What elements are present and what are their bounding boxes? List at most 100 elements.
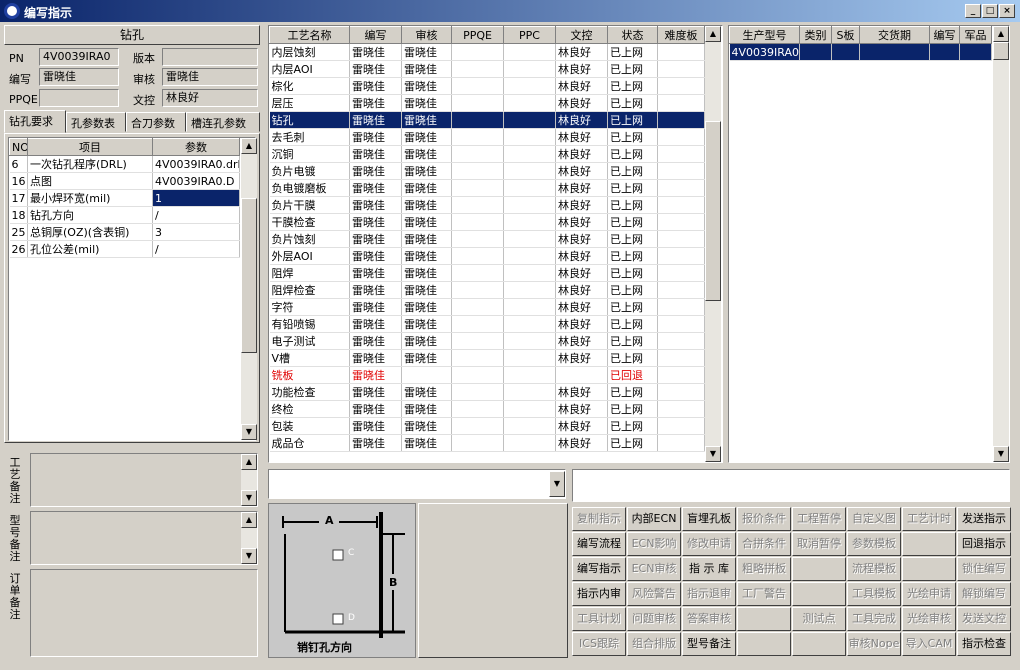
maximize-button[interactable]: □ [982,4,998,18]
doc-control-field[interactable]: 林良好 [162,89,258,107]
tab-drill-requirements[interactable]: 钻孔要求 [4,110,66,133]
order-row[interactable]: 4V0039IRA0 [729,43,992,61]
action-button[interactable]: 自定义图 [847,507,901,531]
dropdown-arrow-icon[interactable]: ▼ [549,471,565,497]
message-input[interactable] [572,469,1010,502]
action-button[interactable]: 指示退审 [682,582,736,606]
action-button[interactable]: 解锁编写 [957,582,1011,606]
process-col-header[interactable]: 编写 [349,26,402,44]
action-button[interactable]: 盲埋孔板 [682,507,736,531]
note-scrollbar[interactable]: ▲ ▼ [241,512,257,564]
action-button[interactable]: 测试点 [792,607,846,631]
drill-param-row[interactable]: 25 总铜厚(OZ)(含表铜) 3 [9,223,240,241]
action-button[interactable]: 内部ECN [627,507,681,531]
action-button[interactable]: 型号备注 [682,632,736,656]
action-button[interactable]: 工艺计时 [902,507,956,531]
scroll-down-icon[interactable]: ▼ [993,446,1009,462]
tab-tool-params[interactable]: 合刀参数 [126,112,186,132]
process-row[interactable]: 负片蚀刻 雷晓佳 雷晓佳 林良好 已上网 [269,230,705,248]
checkbox-d-label[interactable]: D [348,613,355,623]
close-button[interactable]: × [999,4,1015,18]
version-field[interactable] [162,48,258,66]
action-button[interactable]: 指示检查 [957,632,1011,656]
action-button[interactable]: 光绘申请 [902,582,956,606]
action-button[interactable]: 工具模板 [847,582,901,606]
process-col-header[interactable]: 状态 [607,26,658,44]
action-button[interactable]: 复制指示 [572,507,626,531]
drill-param-row[interactable]: 6 一次钻孔程序(DRL) 4V0039IRA0.drl [9,155,240,173]
action-button[interactable]: 发送文控 [957,607,1011,631]
process-col-header[interactable]: 文控 [555,26,608,44]
note-scrollbar[interactable]: ▲ ▼ [241,454,257,506]
scroll-thumb[interactable] [705,121,721,301]
process-row[interactable]: 阻焊检查 雷晓佳 雷晓佳 林良好 已上网 [269,281,705,299]
action-button[interactable]: 审核Nope [847,632,901,656]
action-button[interactable]: ECN审核 [627,557,681,581]
order-grid-scrollbar[interactable]: ▲ ▼ [993,26,1009,462]
action-button[interactable]: 工具完成 [847,607,901,631]
action-button[interactable]: 编写流程 [572,532,626,556]
action-button[interactable]: 光绘审核 [902,607,956,631]
process-grid-scrollbar[interactable]: ▲ ▼ [705,26,721,462]
drill-cell-param[interactable]: / [152,206,240,224]
filter-combo[interactable]: ▼ [268,469,566,499]
action-button[interactable]: 组合排版 [627,632,681,656]
scroll-thumb[interactable] [993,42,1009,60]
author-field[interactable]: 雷晓佳 [39,68,119,86]
process-row[interactable]: V槽 雷晓佳 雷晓佳 林良好 已上网 [269,349,705,367]
process-col-header[interactable]: PPC [503,26,556,44]
action-button[interactable]: 工具计划 [572,607,626,631]
process-row[interactable]: 内层蚀刻 雷晓佳 雷晓佳 林良好 已上网 [269,43,705,61]
drill-cell-param[interactable]: 3 [152,223,240,241]
process-row[interactable]: 铣板 雷晓佳 已回退 [269,366,705,384]
note-textarea[interactable]: ▲ ▼ [30,511,258,565]
action-button[interactable]: ICS跟踪 [572,632,626,656]
order-col-header[interactable]: 类别 [799,26,832,44]
col-item[interactable]: 项目 [27,138,153,156]
ppqe-field[interactable] [39,89,119,107]
scroll-down-icon[interactable]: ▼ [241,490,257,506]
action-button[interactable]: 修改申请 [682,532,736,556]
action-button[interactable]: 编写指示 [572,557,626,581]
drill-cell-param[interactable]: 1 [152,189,240,207]
tab-hole-params[interactable]: 孔参数表 [66,112,126,132]
process-row[interactable]: 负电镀磨板 雷晓佳 雷晓佳 林良好 已上网 [269,179,705,197]
order-col-header[interactable]: 交货期 [859,26,930,44]
process-row[interactable]: 去毛刺 雷晓佳 雷晓佳 林良好 已上网 [269,128,705,146]
process-row[interactable]: 负片电镀 雷晓佳 雷晓佳 林良好 已上网 [269,162,705,180]
action-button[interactable]: 发送指示 [957,507,1011,531]
action-button[interactable]: 报价条件 [737,507,791,531]
scroll-up-icon[interactable]: ▲ [241,454,257,470]
action-button[interactable]: 参数模板 [847,532,901,556]
process-row[interactable]: 有铅喷锡 雷晓佳 雷晓佳 林良好 已上网 [269,315,705,333]
action-button[interactable]: 问题审核 [627,607,681,631]
drill-grid-scrollbar[interactable]: ▲ ▼ [241,138,257,440]
scroll-up-icon[interactable]: ▲ [241,512,257,528]
drill-cell-param[interactable]: 4V0039IRA0.D [152,172,240,190]
drill-cell-param[interactable]: 4V0039IRA0.drl [152,155,240,173]
action-button[interactable]: 回退指示 [957,532,1011,556]
scroll-down-icon[interactable]: ▼ [705,446,721,462]
process-row[interactable]: 包装 雷晓佳 雷晓佳 林良好 已上网 [269,417,705,435]
col-param[interactable]: 参数 [152,138,240,156]
action-button[interactable]: 工厂警告 [737,582,791,606]
drill-param-row[interactable]: 16 点图 4V0039IRA0.D [9,172,240,190]
action-button[interactable]: 指示内审 [572,582,626,606]
tab-slot-params[interactable]: 槽连孔参数 [186,112,260,132]
process-row[interactable]: 外层AOI 雷晓佳 雷晓佳 林良好 已上网 [269,247,705,265]
process-row[interactable]: 成品仓 雷晓佳 雷晓佳 林良好 已上网 [269,434,705,452]
scroll-down-icon[interactable]: ▼ [241,548,257,564]
scroll-down-icon[interactable]: ▼ [241,424,257,440]
process-row[interactable]: 负片干膜 雷晓佳 雷晓佳 林良好 已上网 [269,196,705,214]
process-row[interactable]: 字符 雷晓佳 雷晓佳 林良好 已上网 [269,298,705,316]
drill-cell-param[interactable]: / [152,240,240,258]
process-col-header[interactable]: 审核 [401,26,452,44]
process-row[interactable]: 电子测试 雷晓佳 雷晓佳 林良好 已上网 [269,332,705,350]
scroll-up-icon[interactable]: ▲ [241,138,257,154]
action-button[interactable]: 取消暂停 [792,532,846,556]
drill-param-row[interactable]: 17 最小焊环宽(mil) 1 [9,189,240,207]
process-row[interactable]: 终检 雷晓佳 雷晓佳 林良好 已上网 [269,400,705,418]
col-no[interactable]: NO [9,138,28,156]
action-button[interactable]: 指 示 库 [682,557,736,581]
action-button[interactable]: 风险警告 [627,582,681,606]
